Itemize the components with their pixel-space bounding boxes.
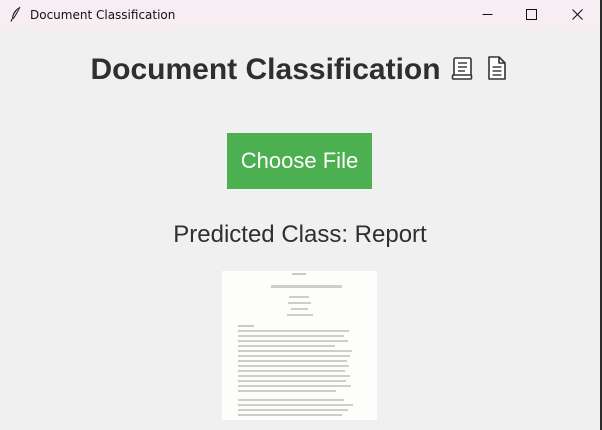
minimize-button[interactable] [464,0,510,29]
app-window: Document Classification Document Classif… [0,0,600,430]
maximize-icon [526,9,537,20]
heading-row: Document Classification [0,53,600,87]
maximize-button[interactable] [508,0,554,29]
close-button[interactable] [554,0,600,29]
minimize-icon [482,14,493,15]
document-icon [485,55,509,86]
choose-file-button[interactable]: Choose File [227,133,372,189]
predicted-class-label: Predicted Class: Report [173,221,427,248]
page-title: Document Classification [90,53,441,86]
ledger-icon [451,55,475,86]
close-icon [572,9,583,20]
title-bar[interactable]: Document Classification [0,0,600,29]
document-preview-image [222,271,377,420]
window-title: Document Classification [30,8,176,22]
feather-icon [9,6,23,22]
